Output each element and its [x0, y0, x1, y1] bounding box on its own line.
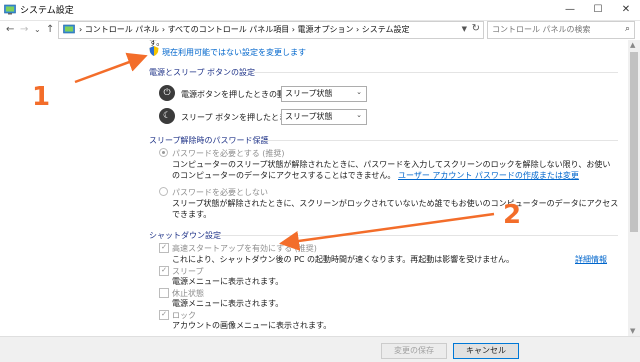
- arrow-2: [279, 212, 495, 251]
- annotation-marker-1: 1: [32, 82, 51, 112]
- annotation-marker-2: 2: [503, 200, 522, 230]
- annotation-arrows: [74, 52, 495, 251]
- arrow-1: [74, 52, 148, 84]
